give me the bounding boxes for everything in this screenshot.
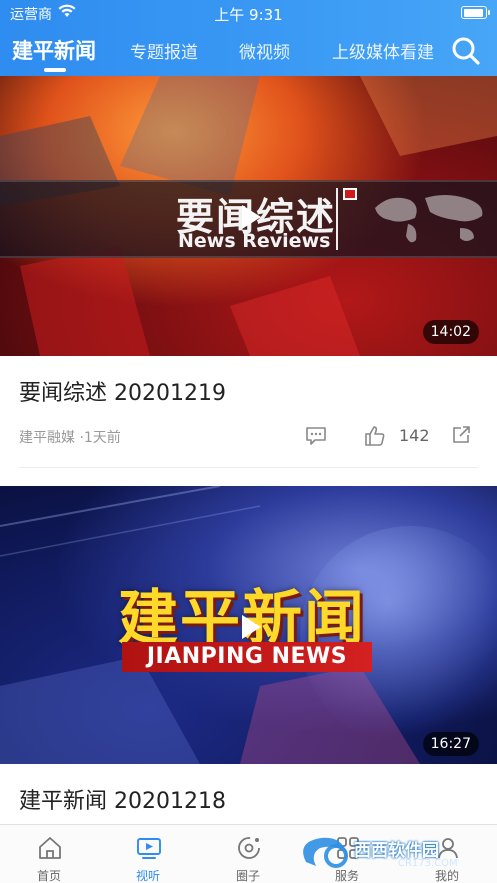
share-icon[interactable] — [451, 425, 471, 445]
banner-marker — [343, 188, 357, 200]
tab-superior-media[interactable]: 上级媒体看建 — [332, 38, 434, 63]
video-title[interactable]: 建平新闻 20201218 — [0, 783, 497, 815]
bottom-tab-circle[interactable]: 圈子 — [208, 825, 288, 883]
thumbnail-title-en: JIANPING NEWS — [122, 642, 372, 672]
video-feed: 要闻综述 News Reviews 14:02 要闻综述 20201219 建平… — [0, 76, 497, 815]
video-duration: 14:02 — [422, 320, 479, 344]
tab-micro-video[interactable]: 微视频 — [239, 38, 290, 63]
tab-jianping-news[interactable]: 建平新闻 — [12, 35, 96, 65]
card-divider — [19, 467, 478, 468]
play-icon[interactable] — [240, 614, 262, 640]
play-icon[interactable] — [240, 204, 262, 230]
video-thumbnail[interactable]: 要闻综述 News Reviews 14:02 — [0, 76, 497, 356]
clock: 上午 9:31 — [214, 6, 283, 24]
video-duration: 16:27 — [422, 732, 479, 756]
bottom-tab-label: 视听 — [135, 869, 160, 883]
bottom-tab-audiovisual[interactable]: 视听 — [108, 825, 188, 883]
thumbnail-title-en: News Reviews — [178, 230, 331, 252]
banner-separator — [336, 188, 338, 250]
status-bar: 运营商 上午 9:31 — [0, 0, 497, 26]
bottom-tab-label: 圈子 — [235, 869, 260, 883]
like-count: 142 — [399, 426, 430, 445]
video-card[interactable]: 建平新闻 JIANPING NEWS 16:27 建平新闻 20201218 — [0, 486, 497, 815]
comment-icon[interactable] — [305, 426, 327, 446]
world-map-graphic — [375, 195, 483, 243]
thumbs-up-icon[interactable] — [364, 425, 386, 447]
channel-tabs: 建平新闻 专题报道 微视频 上级媒体看建 — [0, 26, 440, 76]
circle-community-icon — [238, 837, 260, 859]
video-thumbnail[interactable]: 建平新闻 JIANPING NEWS 16:27 — [0, 486, 497, 764]
tab-special-reports[interactable]: 专题报道 — [130, 38, 198, 63]
video-title[interactable]: 要闻综述 20201219 — [0, 375, 497, 407]
video-screen-icon — [137, 838, 161, 859]
app-header: 运营商 上午 9:31 建平新闻 专题报道 微视频 上级媒体看建 — [0, 0, 497, 76]
active-tab-indicator — [44, 68, 66, 72]
video-source: 建平融媒 ·1天前 — [19, 430, 121, 446]
search-icon[interactable] — [451, 36, 481, 66]
bottom-tab-home[interactable]: 首页 — [9, 825, 89, 883]
watermark-url: CR173.COM — [398, 858, 458, 869]
bottom-tab-label: 首页 — [36, 869, 61, 883]
battery-icon — [461, 6, 490, 19]
video-card[interactable]: 要闻综述 News Reviews 14:02 要闻综述 20201219 建平… — [0, 76, 497, 468]
video-meta: 建平融媒 ·1天前 142 — [0, 421, 497, 451]
home-icon — [39, 837, 61, 859]
